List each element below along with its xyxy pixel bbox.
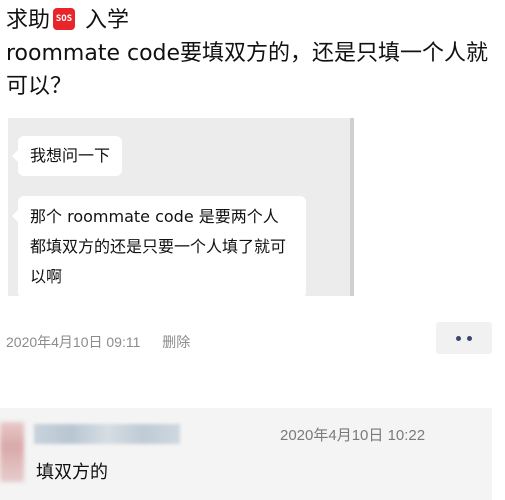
chat-screenshot-image: 我想问一下 那个 roommate code 是要两个人都填双方的还是只要一个人… — [8, 118, 354, 298]
post-timestamp: 2020年4月10日 09:11 — [6, 334, 141, 350]
post-title-topic: 入学 — [78, 8, 130, 33]
comment-text: 填双方的 — [36, 462, 108, 483]
chat-bubble-2: 那个 roommate code 是要两个人都填双方的还是只要一个人填了就可以啊 — [12, 196, 306, 298]
comment-section: 2020年4月10日 10:22 填双方的 — [0, 408, 492, 500]
post-meta: 2020年4月10日 09:11 删除 — [6, 332, 190, 352]
more-options-button[interactable] — [436, 322, 492, 354]
sos-icon: SOS — [53, 8, 76, 30]
commenter-name-blurred[interactable] — [34, 424, 180, 444]
delete-link[interactable]: 删除 — [162, 334, 190, 350]
more-dots-icon — [456, 335, 461, 341]
comment-timestamp: 2020年4月10日 10:22 — [280, 427, 426, 444]
chat-bubble-1: 我想问一下 — [11, 136, 123, 176]
more-dots-icon — [467, 335, 472, 341]
post-question: roommate code要填双方的，还是只填一个人就可以？ — [6, 41, 489, 99]
post-title-prefix: 求助 — [6, 8, 51, 33]
avatar[interactable] — [0, 422, 24, 482]
post-title: 求助 SOS 入学 roommate code要填双方的，还是只填一个人就可以？ — [6, 4, 501, 103]
